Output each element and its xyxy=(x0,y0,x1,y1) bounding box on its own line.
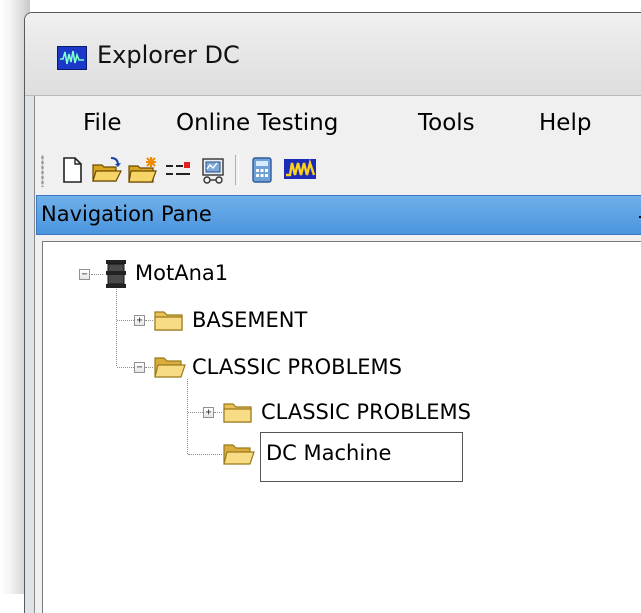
folder-icon xyxy=(223,400,253,428)
test-device-icon[interactable] xyxy=(197,155,227,185)
menu-tools[interactable]: Tools xyxy=(410,106,483,140)
window-title: Explorer DC xyxy=(97,41,240,69)
navigation-tree: − MotAna1 + BASEMENT − CLASSIC PROBLEMS … xyxy=(42,241,641,613)
tree-connector xyxy=(145,320,153,322)
folder-open-icon xyxy=(154,355,186,383)
new-document-icon[interactable] xyxy=(57,155,87,185)
calculator-icon[interactable] xyxy=(247,155,277,185)
tree-node-label[interactable]: CLASSIC PROBLEMS xyxy=(261,400,471,424)
connection-lines-icon[interactable] xyxy=(163,155,193,185)
navigation-pane-title: Navigation Pane xyxy=(41,202,212,226)
navigation-pane-header: Navigation Pane xyxy=(36,195,641,235)
client-area: File Online Testing Tools Help Navigatio… xyxy=(34,96,641,613)
tree-connector xyxy=(214,412,222,414)
collapse-root-toggle[interactable]: − xyxy=(79,269,90,280)
waveform-app-icon xyxy=(57,46,87,70)
toolbar-separator xyxy=(235,155,239,185)
title-bar[interactable]: Explorer DC xyxy=(25,13,641,96)
tree-node-label[interactable]: CLASSIC PROBLEMS xyxy=(192,355,402,379)
tree-node-selected[interactable]: DC Machine xyxy=(260,432,463,482)
expand-basement-toggle[interactable]: + xyxy=(134,315,145,326)
tree-connector xyxy=(188,412,203,414)
tree-connector xyxy=(145,367,153,369)
tree-root-label[interactable]: MotAna1 xyxy=(135,261,228,285)
folder-open-icon xyxy=(223,442,255,470)
menu-online-testing[interactable]: Online Testing xyxy=(168,106,346,140)
menu-bar: File Online Testing Tools Help xyxy=(35,96,641,149)
waveform-icon[interactable] xyxy=(283,155,316,185)
app-window: Explorer DC File Online Testing Tools He… xyxy=(24,12,641,613)
tree-node-label[interactable]: DC Machine xyxy=(266,441,391,465)
open-folder-icon[interactable] xyxy=(91,155,122,185)
new-folder-icon[interactable] xyxy=(127,155,157,185)
tree-connector xyxy=(116,289,118,366)
tree-connector xyxy=(117,320,134,322)
tree-connector xyxy=(117,367,134,369)
folder-icon xyxy=(154,308,184,336)
tree-connector xyxy=(187,379,189,454)
menu-help[interactable]: Help xyxy=(531,106,599,140)
tree-connector xyxy=(91,274,103,276)
menu-file[interactable]: File xyxy=(75,106,130,140)
toolbar-grip[interactable] xyxy=(41,155,44,187)
expand-classic-problems-sub-toggle[interactable]: + xyxy=(203,407,214,418)
navigation-pane: Navigation Pane − MotAna1 + BASEMENT − C… xyxy=(35,195,641,613)
machine-icon xyxy=(105,259,127,293)
collapse-classic-problems-toggle[interactable]: − xyxy=(134,362,145,373)
toolbar xyxy=(35,149,641,193)
tree-node-label[interactable]: BASEMENT xyxy=(192,308,307,332)
tree-connector xyxy=(188,454,222,456)
